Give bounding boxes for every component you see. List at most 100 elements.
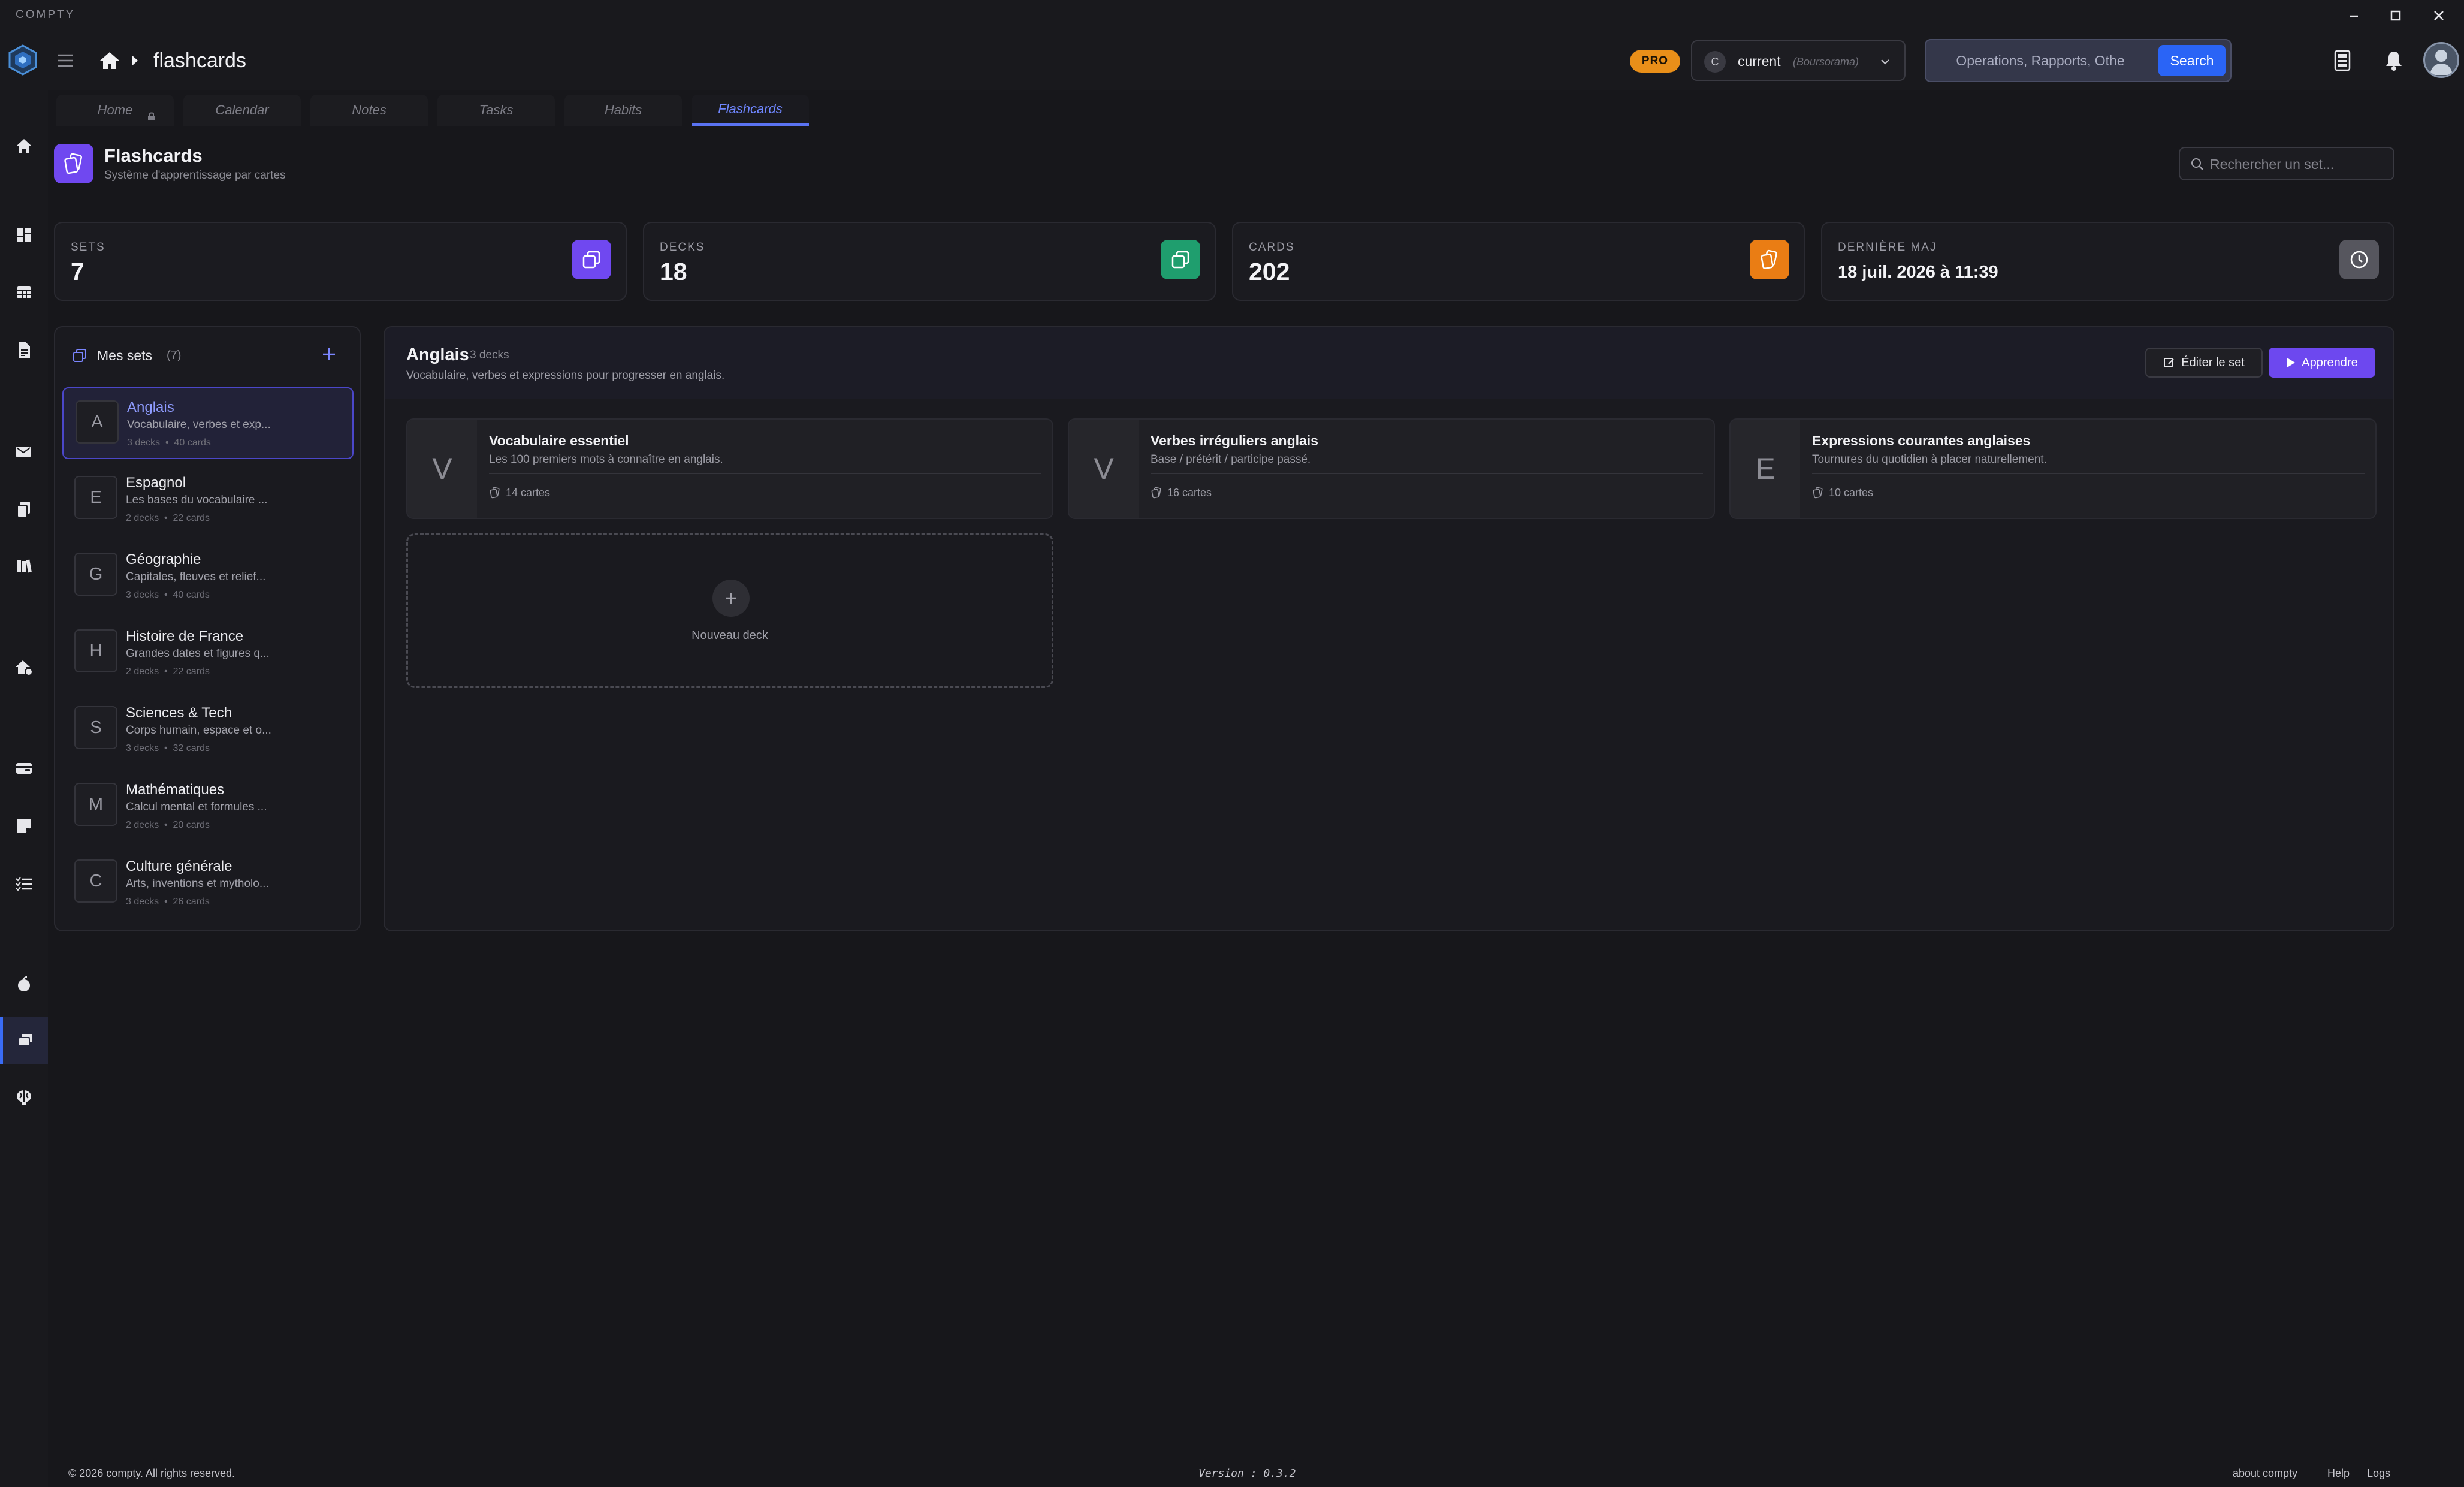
sets-icon <box>72 348 87 363</box>
divider <box>1151 473 1703 474</box>
rail-tasks-icon[interactable] <box>0 859 48 907</box>
sets-icon <box>572 240 611 279</box>
set-meta: 2 decks • 20 cards <box>126 820 210 830</box>
help-link[interactable]: Help <box>2327 1467 2350 1480</box>
account-bank: (Boursorama) <box>1793 56 1859 68</box>
flashcards-icon <box>54 144 93 183</box>
rail-wallet-icon[interactable] <box>0 744 48 792</box>
stat-sets: SETS 7 <box>54 222 627 301</box>
tab-habits[interactable]: Habits <box>564 95 682 126</box>
edit-set-label: Éditer le set <box>2181 355 2245 369</box>
set-decks: 3 decks <box>126 590 159 600</box>
cards-icon <box>1151 487 1162 499</box>
global-search: Search <box>1925 39 2232 82</box>
tab-calendar[interactable]: Calendar <box>183 95 301 126</box>
set-letter: H <box>74 629 117 672</box>
minimize-icon[interactable] <box>2336 4 2372 28</box>
window-titlebar: COMPTY <box>0 0 2464 30</box>
maximize-icon[interactable] <box>2378 4 2414 28</box>
rail-table-icon[interactable] <box>0 269 48 316</box>
set-description: Corps humain, espace et o... <box>126 724 271 737</box>
user-avatar[interactable] <box>2423 42 2459 78</box>
set-description: Calcul mental et formules ... <box>126 801 267 813</box>
deck-letter: V <box>407 420 477 518</box>
breadcrumb-current: flashcards <box>153 49 246 72</box>
stat-decks: DECKS 18 <box>643 222 1216 301</box>
sets-panel: Mes sets (7) A Anglais Vocabulaire, verb… <box>54 326 361 931</box>
search-button[interactable]: Search <box>2158 45 2226 76</box>
tab-tasks[interactable]: Tasks <box>437 95 555 126</box>
set-item-culture[interactable]: C Culture générale Arts, inventions et m… <box>62 847 354 919</box>
rail-flashcards-icon[interactable] <box>0 1017 48 1064</box>
set-item-histoire[interactable]: H Histoire de France Grandes dates et fi… <box>62 617 354 689</box>
about-link[interactable]: about compty <box>2233 1467 2297 1480</box>
set-decks: 2 decks <box>126 513 159 523</box>
set-letter: E <box>74 476 117 519</box>
set-decks: 2 decks <box>126 820 159 830</box>
set-item-espagnol[interactable]: E Espagnol Les bases du vocabulaire ... … <box>62 464 354 536</box>
deck-description: Les 100 premiers mots à connaître en ang… <box>489 453 723 466</box>
rail-dashboard-icon[interactable] <box>0 211 48 259</box>
deck-letter: E <box>1731 420 1800 518</box>
clock-icon <box>2339 240 2379 279</box>
tab-tasks-label: Tasks <box>479 102 514 117</box>
deck-description: Tournures du quotidien à placer naturell… <box>1812 453 2047 466</box>
set-name: Histoire de France <box>126 628 244 644</box>
search-icon <box>2191 158 2204 171</box>
deck-card[interactable]: V Vocabulaire essentiel Les 100 premiers… <box>406 418 1053 519</box>
set-item-geographie[interactable]: G Géographie Capitales, fleuves et relie… <box>62 541 354 613</box>
rail-home-settings-icon[interactable] <box>0 644 48 692</box>
account-selector[interactable]: C current (Boursorama) <box>1691 40 1906 81</box>
set-meta: 3 decks • 40 cards <box>126 590 210 600</box>
set-item-sciences[interactable]: S Sciences & Tech Corps humain, espace e… <box>62 694 354 766</box>
deck-name: Expressions courantes anglaises <box>1812 433 2031 448</box>
tab-flashcards[interactable]: Flashcards <box>692 95 809 126</box>
tab-notes[interactable]: Notes <box>310 95 428 126</box>
rail-mail-icon[interactable] <box>0 428 48 476</box>
rail-habits-icon[interactable] <box>0 960 48 1008</box>
set-letter: A <box>76 400 119 444</box>
stat-label: DECKS <box>660 241 705 254</box>
chevron-down-icon <box>1879 56 1891 68</box>
learn-button[interactable]: Apprendre <box>2269 348 2375 378</box>
close-icon[interactable] <box>2421 4 2457 28</box>
rail-files-icon[interactable] <box>0 485 48 533</box>
set-decks: 2 decks <box>126 666 159 677</box>
logs-link[interactable]: Logs <box>2367 1467 2390 1480</box>
rail-brain-icon[interactable] <box>0 1073 48 1121</box>
pro-badge[interactable]: PRO <box>1630 50 1680 73</box>
rail-books-icon[interactable] <box>0 542 48 590</box>
account-name: current <box>1738 53 1781 69</box>
set-item-mathematiques[interactable]: M Mathématiques Calcul mental et formule… <box>62 771 354 843</box>
account-avatar: C <box>1704 51 1726 73</box>
menu-icon[interactable] <box>55 52 76 70</box>
set-meta: 3 decks • 32 cards <box>126 743 210 753</box>
bell-icon[interactable] <box>2381 48 2406 73</box>
tab-home[interactable]: Home <box>56 95 174 126</box>
set-name: Géographie <box>126 551 201 568</box>
home-icon[interactable] <box>98 50 121 71</box>
app-logo[interactable] <box>6 43 40 77</box>
lock-icon <box>147 111 156 121</box>
edit-set-button[interactable]: Éditer le set <box>2145 348 2263 378</box>
page-subtitle: Système d'apprentissage par cartes <box>104 169 286 182</box>
deck-card[interactable]: E Expressions courantes anglaises Tournu… <box>1729 418 2377 519</box>
divider <box>1812 473 2365 474</box>
rail-note-icon[interactable] <box>0 802 48 850</box>
rail-home-icon[interactable] <box>0 122 48 170</box>
deck-card[interactable]: V Verbes irréguliers anglais Base / prét… <box>1068 418 1715 519</box>
set-item-anglais[interactable]: A Anglais Vocabulaire, verbes et exp... … <box>62 387 354 459</box>
set-search-input[interactable] <box>2210 154 2384 174</box>
stat-value: 18 juil. 2026 à 11:39 <box>1838 263 1998 282</box>
new-deck-button[interactable]: Nouveau deck <box>406 533 1053 688</box>
sets-count: (7) <box>167 349 182 362</box>
rail-document-icon[interactable] <box>0 326 48 374</box>
global-search-input[interactable] <box>1941 49 2139 73</box>
tab-habits-label: Habits <box>604 102 642 117</box>
page-title: Flashcards <box>104 145 203 166</box>
calculator-icon[interactable] <box>2330 48 2355 73</box>
deck-card-count: 14 cartes <box>506 487 551 499</box>
add-set-button[interactable] <box>320 345 338 363</box>
stat-label: DERNIÈRE MAJ <box>1838 241 1937 254</box>
set-cards: 22 cards <box>173 666 210 677</box>
